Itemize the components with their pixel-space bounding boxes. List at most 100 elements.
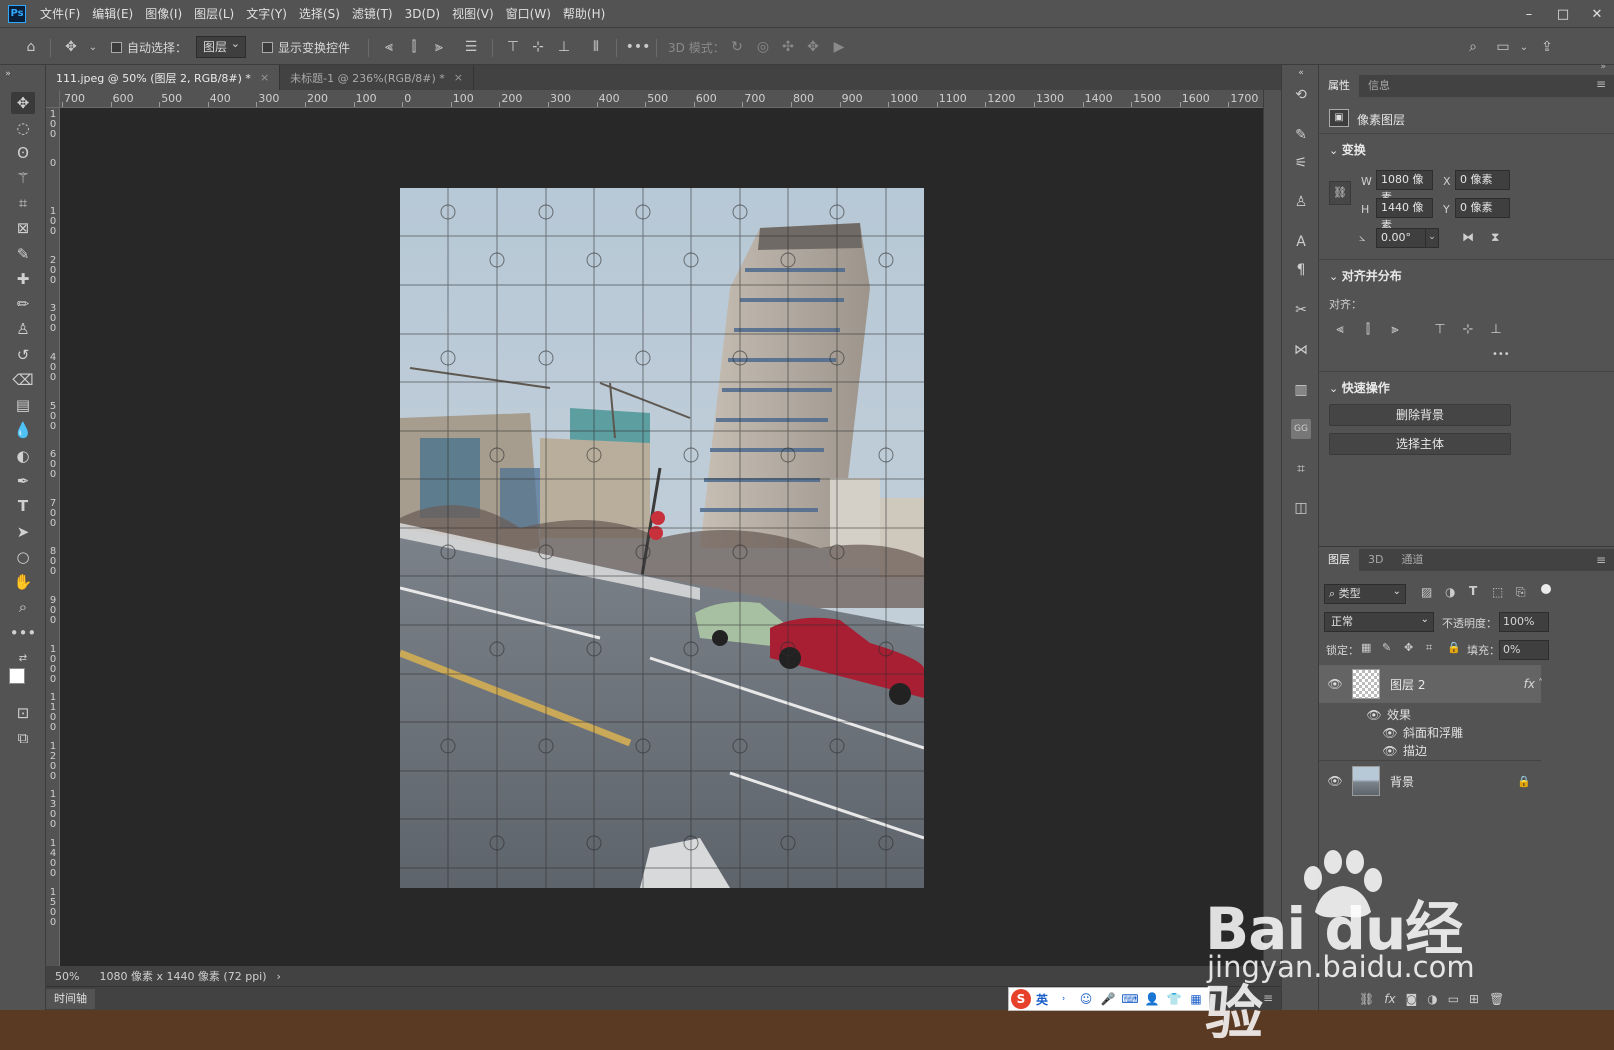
- align-vertical-centers-icon[interactable]: ⊹: [529, 38, 547, 56]
- tool-presets-panel-icon[interactable]: ✂: [1291, 300, 1311, 320]
- chevron-down-icon[interactable]: ⌄: [1515, 38, 1533, 56]
- align-center-h-icon[interactable]: ⫿: [1360, 321, 1376, 337]
- marquee-tool-icon[interactable]: ◌: [11, 117, 35, 139]
- filter-toggle-icon[interactable]: [1541, 584, 1551, 594]
- quick-actions-title[interactable]: 快速操作: [1329, 379, 1390, 396]
- user-icon[interactable]: 👤: [1141, 988, 1163, 1010]
- align-right-icon[interactable]: ⫸: [1387, 321, 1403, 337]
- tab-untitled-1[interactable]: 未标题-1 @ 236%(RGB/8#) * ×: [280, 65, 474, 90]
- menu-filter[interactable]: 滤镜(T): [352, 5, 393, 22]
- eye-icon[interactable]: 👁: [1327, 774, 1342, 788]
- quick-mask-icon[interactable]: ⊡: [11, 702, 35, 724]
- filter-smart-object-icon[interactable]: ⎘: [1516, 585, 1526, 600]
- effects-row[interactable]: 👁 效果: [1366, 706, 1411, 723]
- new-adjustment-icon[interactable]: ◑: [1427, 992, 1437, 1006]
- character-panel-icon[interactable]: A: [1291, 232, 1311, 252]
- clone-source-panel-icon[interactable]: ♙: [1291, 192, 1311, 212]
- hand-tool-icon[interactable]: ✋: [11, 571, 35, 593]
- pen-tool-icon[interactable]: ✒: [11, 470, 35, 492]
- link-layers-icon[interactable]: ⛓: [1359, 992, 1374, 1006]
- stamp-tool-icon[interactable]: ♙: [11, 318, 35, 340]
- keyboard-icon[interactable]: ⌨: [1119, 988, 1141, 1010]
- flip-horizontal-icon[interactable]: ⧓: [1462, 230, 1474, 244]
- home-icon[interactable]: ⌂: [22, 38, 40, 56]
- trash-icon[interactable]: 🗑: [1489, 992, 1504, 1006]
- pan-3d-icon[interactable]: ✣: [779, 38, 797, 56]
- align-horizontal-centers-icon[interactable]: ⫿: [405, 38, 423, 56]
- height-field[interactable]: 1440 像素: [1376, 198, 1433, 232]
- align-right-edges-icon[interactable]: ⫸: [430, 38, 448, 56]
- new-layer-icon[interactable]: ⊞: [1469, 992, 1479, 1006]
- tab-layers[interactable]: 图层: [1319, 549, 1359, 571]
- status-menu-arrow[interactable]: ›: [277, 970, 281, 983]
- zoom-tool-icon[interactable]: ⌕: [11, 596, 35, 618]
- menu-help[interactable]: 帮助(H): [563, 5, 605, 22]
- horizontal-ruler[interactable]: 700 600 500 400 300 200 100 0 100 200 300 400 500 600…: [60, 90, 1263, 108]
- select-subject-button[interactable]: 选择主体: [1329, 433, 1511, 455]
- type-tool-icon[interactable]: T: [11, 495, 35, 517]
- maximize-button[interactable]: □: [1546, 0, 1580, 28]
- lock-artboard-icon[interactable]: ⌗: [1426, 641, 1432, 655]
- chevron-down-icon[interactable]: ⌄: [1425, 228, 1439, 248]
- tab-properties[interactable]: 属性: [1319, 75, 1359, 97]
- tab-3d[interactable]: 3D: [1359, 549, 1392, 571]
- more-tools-icon[interactable]: •••: [10, 622, 37, 644]
- menu-image[interactable]: 图像(I): [145, 5, 182, 22]
- blur-tool-icon[interactable]: 💧: [11, 419, 35, 441]
- toolbox-icon[interactable]: ▦: [1185, 988, 1207, 1010]
- screen-mode-icon[interactable]: ⧉: [11, 727, 35, 749]
- layer-name[interactable]: 背景: [1390, 773, 1414, 790]
- menu-3d[interactable]: 3D(D): [405, 7, 440, 21]
- align-top-icon[interactable]: ⊤: [1432, 321, 1448, 337]
- auto-select-checkbox[interactable]: [111, 41, 122, 53]
- more-align-options[interactable]: •••: [1492, 349, 1510, 360]
- skin-icon[interactable]: 👕: [1163, 988, 1185, 1010]
- move-tool-icon[interactable]: ✥: [62, 38, 80, 56]
- sogou-logo-icon[interactable]: S: [1011, 989, 1031, 1009]
- gradient-tool-icon[interactable]: ▤: [11, 394, 35, 416]
- punctuation-icon[interactable]: ˒: [1053, 988, 1075, 1010]
- distribute-vertical-icon[interactable]: ☰: [462, 38, 480, 56]
- eye-icon[interactable]: 👁: [1327, 677, 1342, 691]
- share-icon[interactable]: ⇪: [1538, 38, 1556, 56]
- align-top-edges-icon[interactable]: ⊤: [504, 38, 522, 56]
- layer-row-background[interactable]: 👁 背景 🔒: [1319, 762, 1541, 800]
- history-panel-icon[interactable]: ⟲: [1291, 85, 1311, 105]
- lock-image-icon[interactable]: ✎: [1382, 641, 1391, 654]
- scale-3d-icon[interactable]: ▶: [830, 38, 848, 56]
- align-bottom-icon[interactable]: ⊥: [1488, 321, 1504, 337]
- filter-pixel-icon[interactable]: ▨: [1421, 585, 1432, 599]
- healing-brush-tool-icon[interactable]: ✚: [11, 268, 35, 290]
- roll-3d-icon[interactable]: ◎: [754, 38, 772, 56]
- magic-wand-tool-icon[interactable]: ⚚: [11, 167, 35, 189]
- auto-select-option[interactable]: 自动选择：: [111, 37, 187, 57]
- auto-select-target[interactable]: 图层: [196, 34, 247, 58]
- tab-info[interactable]: 信息: [1359, 75, 1399, 97]
- align-bottom-edges-icon[interactable]: ⊥: [555, 38, 573, 56]
- zoom-level[interactable]: 50%: [55, 970, 79, 983]
- menu-edit[interactable]: 编辑(E): [92, 5, 133, 22]
- x-field[interactable]: 0 像素: [1455, 170, 1510, 190]
- dodge-tool-icon[interactable]: ◐: [11, 445, 35, 467]
- more-options-icon[interactable]: •••: [626, 38, 651, 56]
- align-section-title[interactable]: 对齐并分布: [1329, 267, 1402, 284]
- paths-panel-icon[interactable]: ⋈: [1291, 340, 1311, 360]
- align-middle-v-icon[interactable]: ⊹: [1460, 321, 1476, 337]
- collapse-arrows-icon[interactable]: »: [1600, 62, 1606, 72]
- artboard-panel-icon[interactable]: ◫: [1291, 498, 1311, 518]
- angle-field[interactable]: 0.00°: [1376, 228, 1426, 248]
- menu-type[interactable]: 文字(Y): [246, 5, 287, 22]
- add-style-icon[interactable]: fx: [1384, 992, 1395, 1006]
- slide-3d-icon[interactable]: ✥: [804, 38, 822, 56]
- path-selection-tool-icon[interactable]: ➤: [11, 521, 35, 543]
- layer-filter-dropdown[interactable]: ⌕ 类型 ⌄: [1324, 584, 1406, 604]
- show-transform-option[interactable]: 显示变换控件: [262, 37, 350, 57]
- remove-background-button[interactable]: 删除背景: [1329, 404, 1511, 426]
- ruler-origin[interactable]: [46, 90, 60, 108]
- fill-field[interactable]: 0%: [1499, 640, 1549, 660]
- emoji-icon[interactable]: ☺: [1075, 988, 1097, 1010]
- filter-shape-icon[interactable]: ⬚: [1492, 585, 1503, 599]
- menu-file[interactable]: 文件(F): [40, 5, 80, 22]
- ime-language-mode[interactable]: 英: [1031, 988, 1053, 1010]
- fx-badge[interactable]: fx: [1524, 677, 1535, 691]
